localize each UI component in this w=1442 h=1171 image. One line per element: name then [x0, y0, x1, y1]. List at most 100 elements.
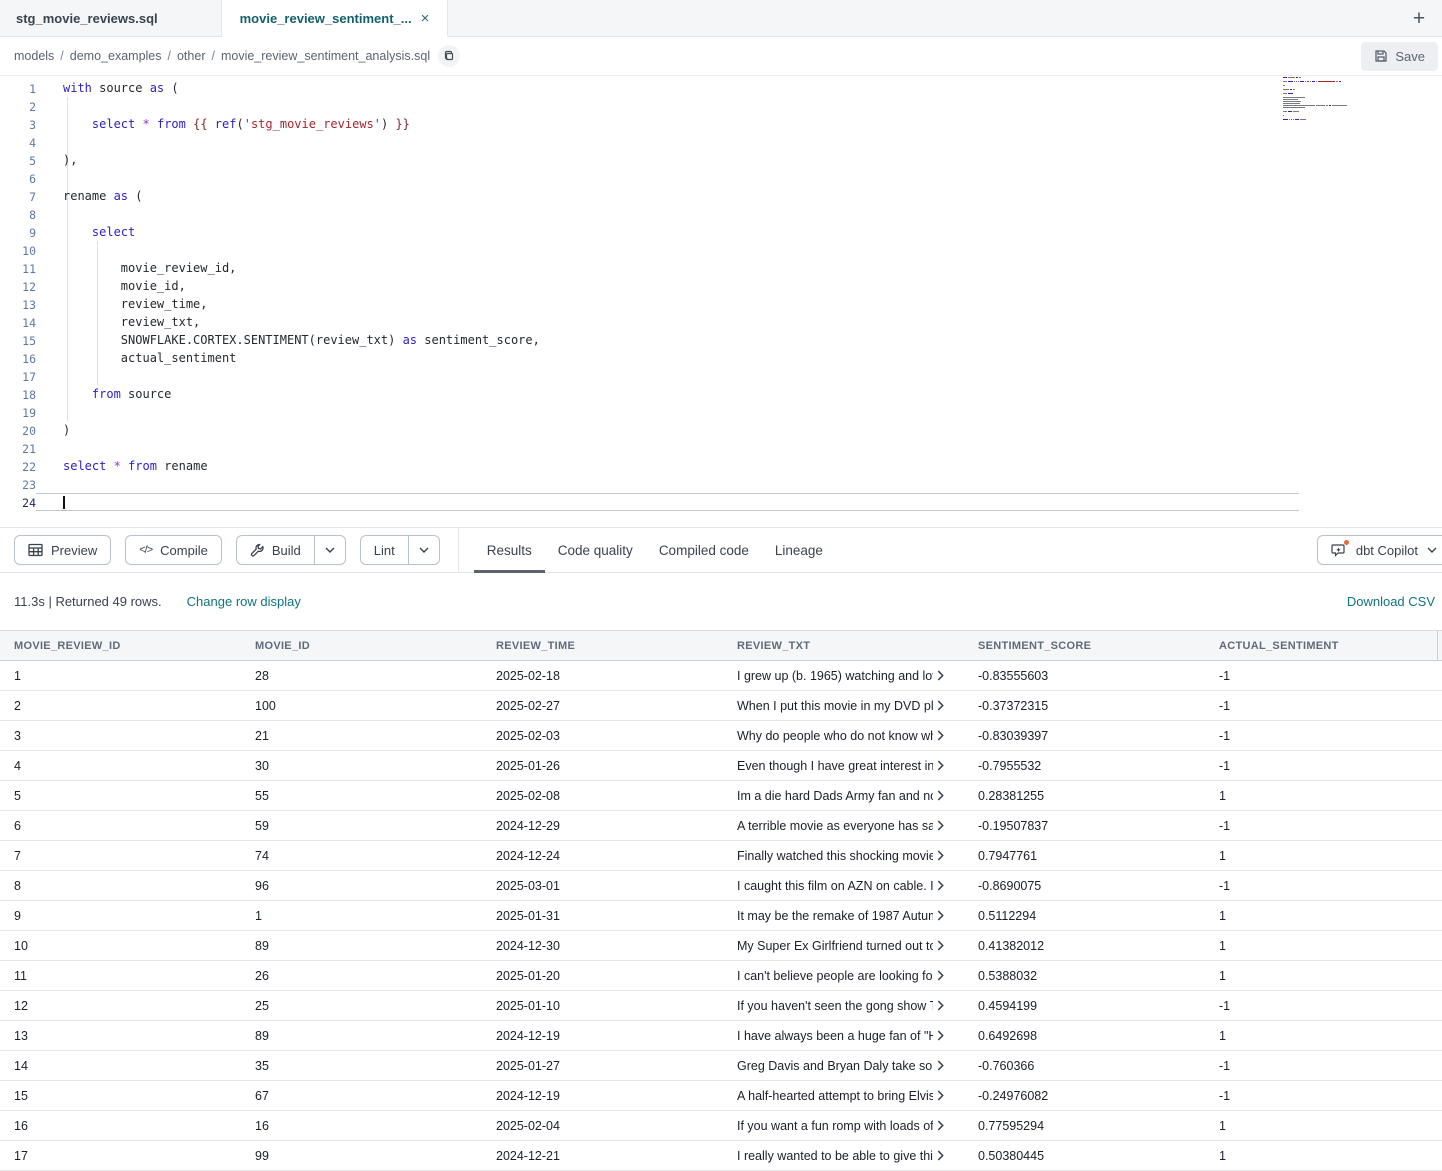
code-line[interactable]: 12 movie_id, — [0, 277, 1442, 295]
expand-cell-icon[interactable] — [935, 760, 946, 771]
table-row: 16162025-02-04If you want a fun romp wit… — [0, 1111, 1442, 1141]
expand-cell-icon[interactable] — [935, 910, 946, 921]
code-line[interactable]: 14 review_txt, — [0, 313, 1442, 331]
code-line[interactable]: 22select * from rename — [0, 457, 1442, 475]
code-line[interactable]: 24 — [0, 493, 1442, 511]
code-line[interactable]: 17 — [0, 367, 1442, 385]
expand-cell-icon[interactable] — [935, 1000, 946, 1011]
dbt-copilot-button[interactable]: dbt Copilot — [1317, 535, 1442, 565]
lint-button[interactable]: Lint — [360, 535, 409, 565]
code-line[interactable]: 8 — [0, 205, 1442, 223]
tab-stg-movie-reviews[interactable]: stg_movie_reviews.sql — [0, 0, 222, 37]
cell-sentiment_score: -0.83039397 — [964, 729, 1205, 743]
cell-review_txt: A terrible movie as everyone has said. … — [723, 819, 964, 833]
close-tab-icon[interactable]: × — [421, 11, 430, 26]
code-line[interactable]: 2 — [0, 97, 1442, 115]
new-tab-button[interactable]: + — [1396, 0, 1442, 36]
code-line[interactable]: 9 select — [0, 223, 1442, 241]
line-number: 17 — [0, 367, 36, 385]
table-row: 7742024-12-24Finally watched this shocki… — [0, 841, 1442, 871]
expand-cell-icon[interactable] — [935, 730, 946, 741]
expand-cell-icon[interactable] — [935, 880, 946, 891]
tab-lineage[interactable]: Lineage — [762, 527, 836, 573]
column-header-movie_id[interactable]: MOVIE_ID — [241, 640, 482, 652]
preview-button[interactable]: Preview — [14, 535, 111, 565]
code-line[interactable]: 3 select * from {{ ref('stg_movie_review… — [0, 115, 1442, 133]
cell-review_time: 2025-02-03 — [482, 729, 723, 743]
preview-label: Preview — [51, 543, 97, 558]
code-line[interactable]: 5), — [0, 151, 1442, 169]
tab-bar-filler: + — [448, 0, 1442, 37]
column-header-review_time[interactable]: REVIEW_TIME — [482, 640, 723, 652]
code-line[interactable]: 19 — [0, 403, 1442, 421]
tab-movie-review-sentiment-analysis[interactable]: movie_review_sentiment_... × — [222, 0, 448, 37]
code-line[interactable]: 6 — [0, 169, 1442, 187]
cell-actual_sentiment: 1 — [1205, 1119, 1442, 1133]
expand-cell-icon[interactable] — [935, 1090, 946, 1101]
change-row-display-link[interactable]: Change row display — [187, 594, 301, 609]
copy-file-name-icon[interactable] — [438, 45, 460, 67]
download-csv-link[interactable]: Download CSV — [1347, 594, 1435, 609]
tab-compiled-code[interactable]: Compiled code — [646, 527, 762, 573]
code-line[interactable]: 16 actual_sentiment — [0, 349, 1442, 367]
cell-sentiment_score: 0.5112294 — [964, 909, 1205, 923]
expand-cell-icon[interactable] — [935, 1060, 946, 1071]
code-line[interactable]: 21 — [0, 439, 1442, 457]
table-row: 17992024-12-21I really wanted to be able… — [0, 1141, 1442, 1171]
code-line-text: SNOWFLAKE.CORTEX.SENTIMENT(review_txt) a… — [36, 331, 540, 349]
cell-movie_review_id: 9 — [0, 909, 241, 923]
code-line[interactable]: 1with source as ( — [0, 79, 1442, 97]
code-line[interactable]: 7rename as ( — [0, 187, 1442, 205]
review-text: It may be the remake of 1987 Autumn'… — [737, 909, 933, 923]
tab-results[interactable]: Results — [474, 527, 545, 573]
cell-review_txt: I grew up (b. 1965) watching and lovin… — [723, 669, 964, 683]
expand-cell-icon[interactable] — [935, 670, 946, 681]
line-number: 6 — [0, 169, 36, 187]
tab-label: stg_movie_reviews.sql — [16, 11, 158, 26]
code-line[interactable]: 23 — [0, 475, 1442, 493]
column-header-actual_sentiment[interactable]: ACTUAL_SENTIMENT — [1205, 640, 1442, 652]
code-line[interactable]: 18 from source — [0, 385, 1442, 403]
code-line[interactable]: 13 review_time, — [0, 295, 1442, 313]
build-button[interactable]: Build — [236, 535, 315, 565]
save-button[interactable]: Save — [1361, 42, 1438, 71]
table-row: 8962025-03-01I caught this film on AZN o… — [0, 871, 1442, 901]
column-header-review_txt[interactable]: REVIEW_TXT — [723, 640, 964, 652]
code-line[interactable]: 4 — [0, 133, 1442, 151]
expand-cell-icon[interactable] — [935, 820, 946, 831]
code-line[interactable]: 15 SNOWFLAKE.CORTEX.SENTIMENT(review_txt… — [0, 331, 1442, 349]
lint-dropdown-button[interactable] — [409, 535, 440, 565]
build-dropdown-button[interactable] — [315, 535, 346, 565]
code-line[interactable]: 20) — [0, 421, 1442, 439]
cell-review_txt: Im a die hard Dads Army fan and nothi… — [723, 789, 964, 803]
expand-cell-icon[interactable] — [935, 1120, 946, 1131]
cell-sentiment_score: 0.41382012 — [964, 939, 1205, 953]
cell-review_txt: I really wanted to be able to give this … — [723, 1149, 964, 1163]
cell-movie_id: 89 — [241, 1029, 482, 1043]
editor-minimap[interactable] — [1283, 77, 1395, 125]
cell-review_time: 2024-12-19 — [482, 1089, 723, 1103]
code-line-text: with source as ( — [36, 79, 179, 97]
cell-sentiment_score: -0.760366 — [964, 1059, 1205, 1073]
expand-cell-icon[interactable] — [935, 700, 946, 711]
column-header-movie_review_id[interactable]: MOVIE_REVIEW_ID — [0, 640, 241, 652]
review-text: Even though I have great interest in Bi… — [737, 759, 933, 773]
expand-cell-icon[interactable] — [935, 1030, 946, 1041]
cell-review_txt: I can't believe people are looking for a… — [723, 969, 964, 983]
code-editor[interactable]: 1with source as (23 select * from {{ ref… — [0, 76, 1442, 527]
cell-review_txt: My Super Ex Girlfriend turned out to b… — [723, 939, 964, 953]
expand-cell-icon[interactable] — [935, 790, 946, 801]
cell-actual_sentiment: 1 — [1205, 789, 1442, 803]
expand-cell-icon[interactable] — [935, 970, 946, 981]
expand-cell-icon[interactable] — [935, 1150, 946, 1161]
compile-button[interactable]: </> Compile — [125, 535, 222, 565]
column-header-sentiment_score[interactable]: SENTIMENT_SCORE — [964, 640, 1205, 652]
expand-cell-icon[interactable] — [935, 940, 946, 951]
code-line[interactable]: 10 — [0, 241, 1442, 259]
cell-actual_sentiment: -1 — [1205, 729, 1442, 743]
tab-code-quality[interactable]: Code quality — [545, 527, 646, 573]
expand-cell-icon[interactable] — [935, 850, 946, 861]
code-line[interactable]: 11 movie_review_id, — [0, 259, 1442, 277]
cell-movie_id: 96 — [241, 879, 482, 893]
cell-actual_sentiment: -1 — [1205, 819, 1442, 833]
